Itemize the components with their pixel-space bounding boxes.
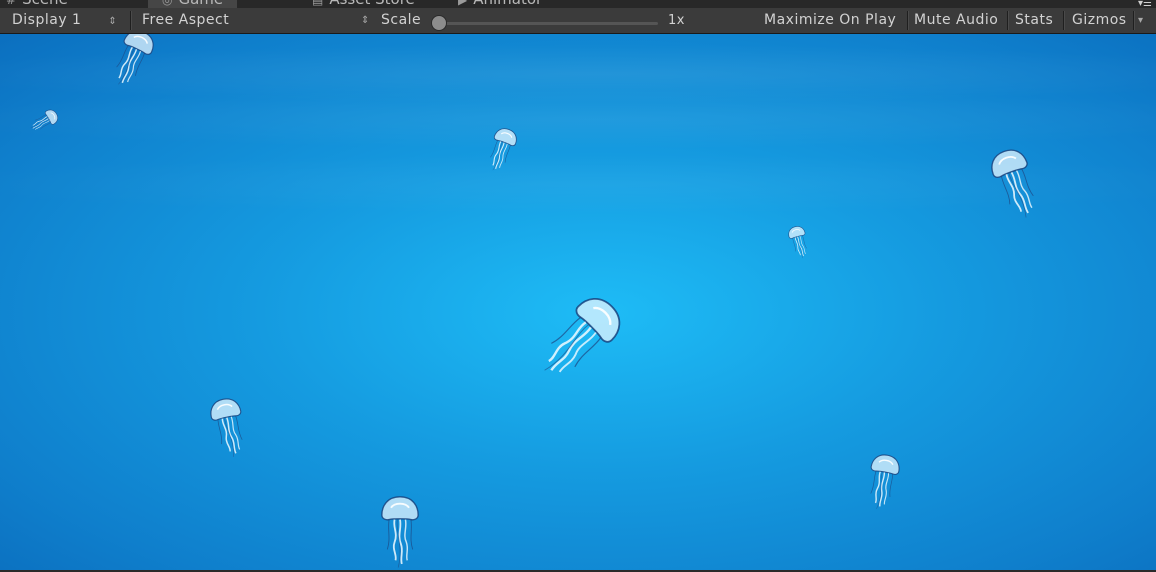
tab-asset-store[interactable]: ▤Asset Store (312, 0, 415, 8)
display-dropdown[interactable]: Display 1 ⇕ (12, 8, 117, 33)
aspect-dropdown[interactable]: Free Aspect (142, 8, 229, 33)
game-icon: ◎ (162, 0, 173, 7)
gizmos-toggle[interactable]: Gizmos (1065, 9, 1134, 32)
game-view-toolbar: Display 1 ⇕ Free Aspect ⇕ Scale 1x Maxim… (0, 8, 1156, 34)
scale-slider-track[interactable] (440, 22, 658, 25)
tab-scene[interactable]: #Scene (6, 0, 68, 8)
jellyfish (482, 125, 520, 175)
toolbar-divider (1133, 11, 1134, 30)
gizmos-menu-icon[interactable]: ▾ (1138, 8, 1144, 33)
jellyfish (986, 144, 1046, 224)
animator-icon: ▶ (458, 0, 468, 7)
stats-toggle[interactable]: Stats (1008, 9, 1060, 32)
scale-label: Scale (381, 12, 422, 28)
jellyfish (863, 452, 902, 513)
mute-audio-toggle[interactable]: Mute Audio (907, 9, 1005, 32)
jellyfish (105, 34, 159, 93)
toolbar-divider (1063, 11, 1064, 30)
maximize-on-play-toggle[interactable]: Maximize On Play (757, 9, 903, 32)
editor-tab-bar: #Scene ◎Game ▤Asset Store ▶Animator ▾☰ (0, 0, 1156, 8)
jellyfish (27, 107, 61, 136)
toolbar-divider (130, 11, 131, 30)
dropdown-arrows-icon: ⇕ (108, 16, 118, 27)
tab-game[interactable]: ◎Game (148, 0, 238, 8)
game-viewport[interactable] (0, 34, 1156, 570)
scene-icon: # (6, 0, 17, 7)
scale-value: 1x (668, 13, 685, 28)
jellyfish (380, 495, 420, 569)
jellyfish (207, 395, 251, 461)
asset-store-icon: ▤ (312, 0, 324, 7)
jellyfish (528, 288, 630, 390)
dropdown-arrows-icon: ⇕ (361, 15, 370, 26)
tab-animator[interactable]: ▶Animator (458, 0, 542, 8)
scale-slider-thumb[interactable] (431, 15, 447, 31)
water-caustic (0, 89, 1156, 149)
jellyfish (786, 224, 812, 261)
tab-menu-icon[interactable]: ▾☰ (1138, 0, 1152, 8)
